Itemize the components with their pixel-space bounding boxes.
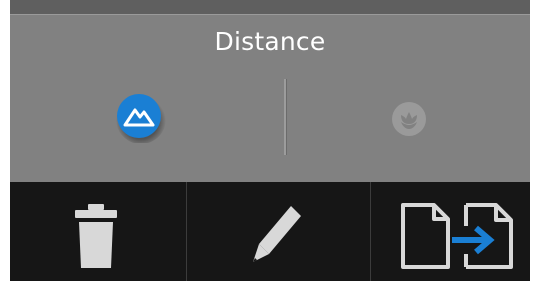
bottom-toolbar [10,182,530,281]
landscape-mode-button[interactable] [114,91,166,144]
flower-icon [392,102,426,136]
distance-mode-screen: Distance [0,0,541,281]
mode-divider [284,79,287,155]
mountain-icon [116,94,166,144]
distance-panel: Distance [10,15,530,182]
delete-button[interactable] [10,182,186,281]
macro-mode-button[interactable] [388,98,430,140]
panel-title: Distance [214,27,326,56]
copy-to-button[interactable] [371,182,530,281]
copy-to-icon [401,203,513,269]
edit-button[interactable] [187,182,370,281]
trash-icon [75,204,117,268]
top-edge-bar [10,0,530,15]
pencil-icon [253,206,301,262]
